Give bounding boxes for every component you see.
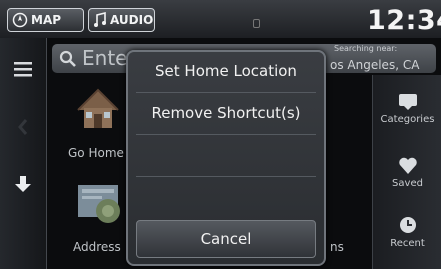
right-menu: Categories Saved Recent (372, 75, 441, 269)
cancel-button[interactable]: Cancel (136, 220, 316, 258)
menu-divider (136, 176, 316, 177)
address-label: Address (73, 240, 121, 254)
partial-tile-label: ns (330, 240, 344, 254)
address-icon (78, 185, 120, 223)
clock: 12:34 (367, 5, 441, 36)
categories-label: Categories (380, 114, 435, 125)
set-home-location-option[interactable]: Set Home Location (128, 62, 324, 80)
search-input[interactable]: Ente (82, 46, 127, 70)
chevron-left-icon (18, 119, 28, 135)
menu-divider (136, 134, 316, 135)
recent-button[interactable]: Recent (373, 215, 441, 249)
saved-button[interactable]: Saved (373, 157, 441, 189)
home-icon (77, 88, 119, 128)
menu-icon[interactable] (12, 60, 34, 78)
remove-shortcuts-option[interactable]: Remove Shortcut(s) (128, 104, 324, 122)
search-icon (59, 50, 76, 67)
signal-icon (253, 19, 260, 28)
music-note-icon (94, 12, 106, 27)
menu-divider (136, 92, 316, 93)
clock-icon (399, 217, 416, 233)
searching-near-city: os Angeles, CA (330, 58, 420, 72)
map-label: MAP (31, 13, 62, 27)
map-button[interactable]: MAP (7, 8, 84, 32)
compass-icon (12, 12, 28, 28)
top-bar: MAP AUDIO 12:34 (0, 0, 441, 38)
left-sidebar (0, 38, 47, 269)
searching-near-label: Searching near: (334, 44, 398, 53)
cancel-label: Cancel (200, 230, 252, 248)
go-home-label: Go Home (68, 146, 124, 160)
audio-label: AUDIO (110, 13, 154, 27)
categories-button[interactable]: Categories (373, 93, 441, 125)
heart-icon (398, 157, 417, 174)
recent-label: Recent (390, 238, 425, 249)
shortcut-options-dialog: Set Home Location Remove Shortcut(s) Can… (126, 50, 326, 266)
audio-button[interactable]: AUDIO (88, 8, 155, 32)
saved-label: Saved (392, 178, 423, 189)
nav-screen: MAP AUDIO 12:34 Ente (0, 0, 441, 269)
categories-icon (398, 94, 417, 110)
scroll-down-icon[interactable] (14, 174, 32, 194)
